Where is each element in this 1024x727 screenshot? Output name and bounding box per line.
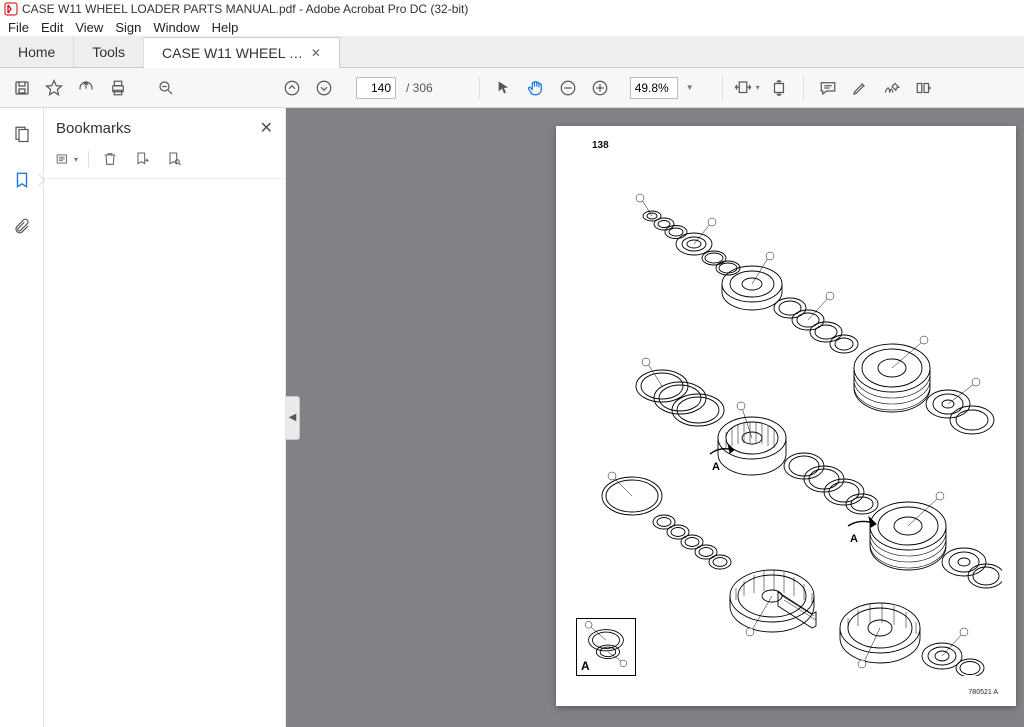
toolbar-separator <box>479 77 480 99</box>
nav-rail <box>0 108 44 727</box>
title-bar: CASE W11 WHEEL LOADER PARTS MANUAL.pdf -… <box>0 0 1024 18</box>
page-total-label: / 306 <box>406 81 433 95</box>
bookmarks-button[interactable] <box>8 166 36 194</box>
menu-file[interactable]: File <box>8 20 29 35</box>
zoom-input[interactable] <box>630 77 678 99</box>
more-tools-button[interactable] <box>910 74 938 102</box>
page-up-button[interactable] <box>278 74 306 102</box>
find-bookmark-button[interactable] <box>163 148 185 170</box>
bookmarks-title: Bookmarks <box>56 120 131 137</box>
toolbar-separator <box>722 77 723 99</box>
parts-diagram: A A <box>592 186 1002 676</box>
add-bookmark-button[interactable] <box>131 148 153 170</box>
panel-close-icon[interactable]: ✕ <box>260 118 273 138</box>
sign-button[interactable] <box>878 74 906 102</box>
window-title: CASE W11 WHEEL LOADER PARTS MANUAL.pdf -… <box>22 2 468 16</box>
find-button[interactable] <box>152 74 180 102</box>
tab-close-icon[interactable]: ✕ <box>311 46 321 60</box>
diagram-ref-label: 780521 A <box>968 689 998 696</box>
page-number-label: 138 <box>592 140 609 151</box>
menu-edit[interactable]: Edit <box>41 20 63 35</box>
zoom-dropdown-icon[interactable]: ▼ <box>686 83 694 92</box>
menu-window[interactable]: Window <box>153 20 199 35</box>
menu-bar: File Edit View Sign Window Help <box>0 18 1024 36</box>
comment-button[interactable] <box>814 74 842 102</box>
main-area: Bookmarks ✕ ▾ ◀ 138 <box>0 108 1024 727</box>
zoom-out-button[interactable] <box>554 74 582 102</box>
star-button[interactable] <box>40 74 68 102</box>
detail-inset-a: A <box>576 618 636 676</box>
tab-document[interactable]: CASE W11 WHEEL … ✕ <box>144 37 340 68</box>
tab-document-label: CASE W11 WHEEL … <box>162 45 303 61</box>
separator <box>88 151 89 167</box>
highlight-button[interactable] <box>846 74 874 102</box>
hand-tool-button[interactable] <box>522 74 550 102</box>
pdf-app-icon <box>4 2 18 16</box>
tab-tools-label: Tools <box>92 44 125 60</box>
selection-tool-button[interactable] <box>490 74 518 102</box>
page-number-input[interactable] <box>356 77 396 99</box>
bookmarks-toolbar: ▾ <box>44 144 285 179</box>
share-button[interactable] <box>72 74 100 102</box>
menu-view[interactable]: View <box>75 20 103 35</box>
tab-bar: Home Tools CASE W11 WHEEL … ✕ <box>0 36 1024 68</box>
print-button[interactable] <box>104 74 132 102</box>
arrow-label-a: A <box>850 533 858 545</box>
detail-letter: A <box>581 659 590 673</box>
thumbnails-button[interactable] <box>8 120 36 148</box>
tab-home[interactable]: Home <box>0 36 74 67</box>
page-down-button[interactable] <box>310 74 338 102</box>
menu-help[interactable]: Help <box>212 20 239 35</box>
toolbar-separator <box>803 77 804 99</box>
tab-home-label: Home <box>18 44 55 60</box>
zoom-in-button[interactable] <box>586 74 614 102</box>
delete-bookmark-button[interactable] <box>99 148 121 170</box>
menu-sign[interactable]: Sign <box>115 20 141 35</box>
fit-width-button[interactable]: ▾ <box>733 74 761 102</box>
panel-collapse-handle[interactable]: ◀ <box>286 396 300 440</box>
bookmark-options-button[interactable]: ▾ <box>56 148 78 170</box>
scroll-mode-button[interactable] <box>765 74 793 102</box>
document-area[interactable]: ◀ 138 <box>286 108 1024 727</box>
main-toolbar: / 306 ▼ ▾ <box>0 68 1024 108</box>
arrow-label-a: A <box>712 461 720 473</box>
tab-tools[interactable]: Tools <box>74 36 144 67</box>
pdf-page: 138 <box>556 126 1016 706</box>
attachments-button[interactable] <box>8 212 36 240</box>
bookmarks-panel: Bookmarks ✕ ▾ <box>44 108 286 727</box>
save-button[interactable] <box>8 74 36 102</box>
